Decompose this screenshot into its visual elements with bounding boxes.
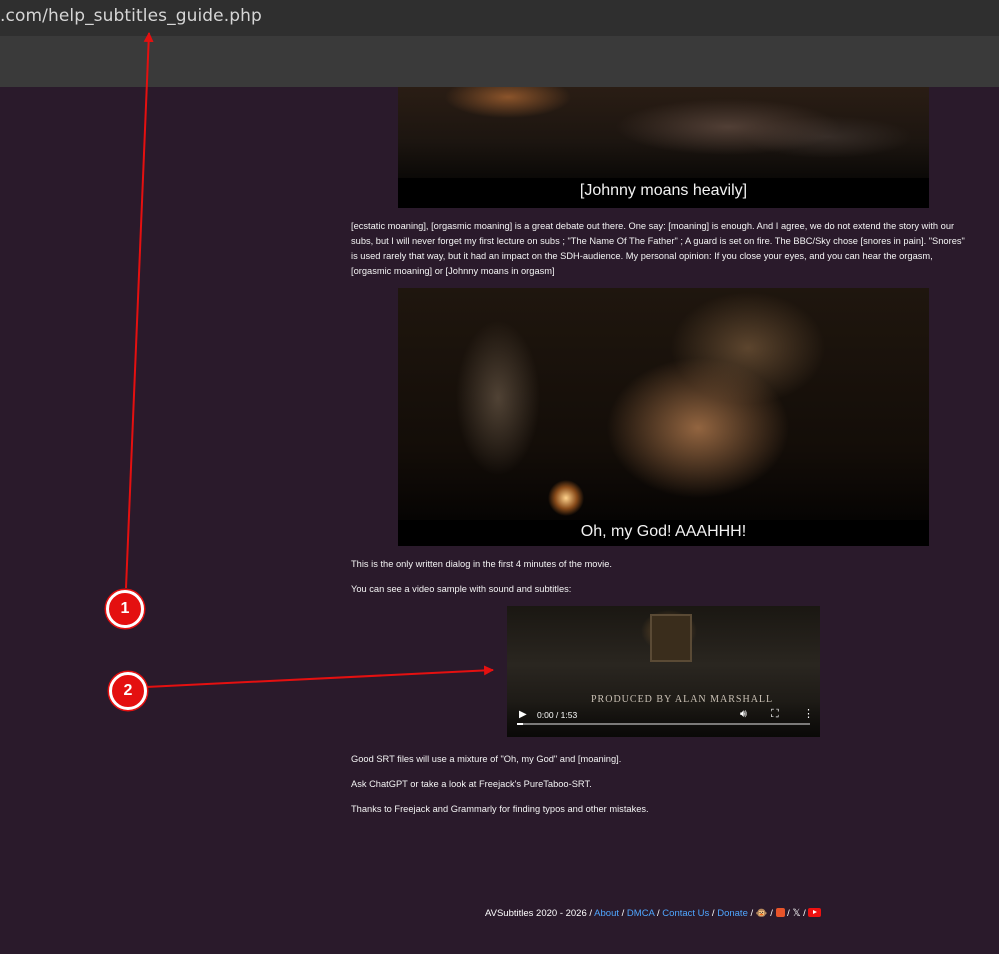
annotation-arrow-2 [145,665,494,688]
annotation-arrows [125,32,494,688]
annotation-arrow-1 [125,32,154,589]
annotation-marker-2: 2 [109,672,147,710]
annotation-marker-1: 1 [106,590,144,628]
